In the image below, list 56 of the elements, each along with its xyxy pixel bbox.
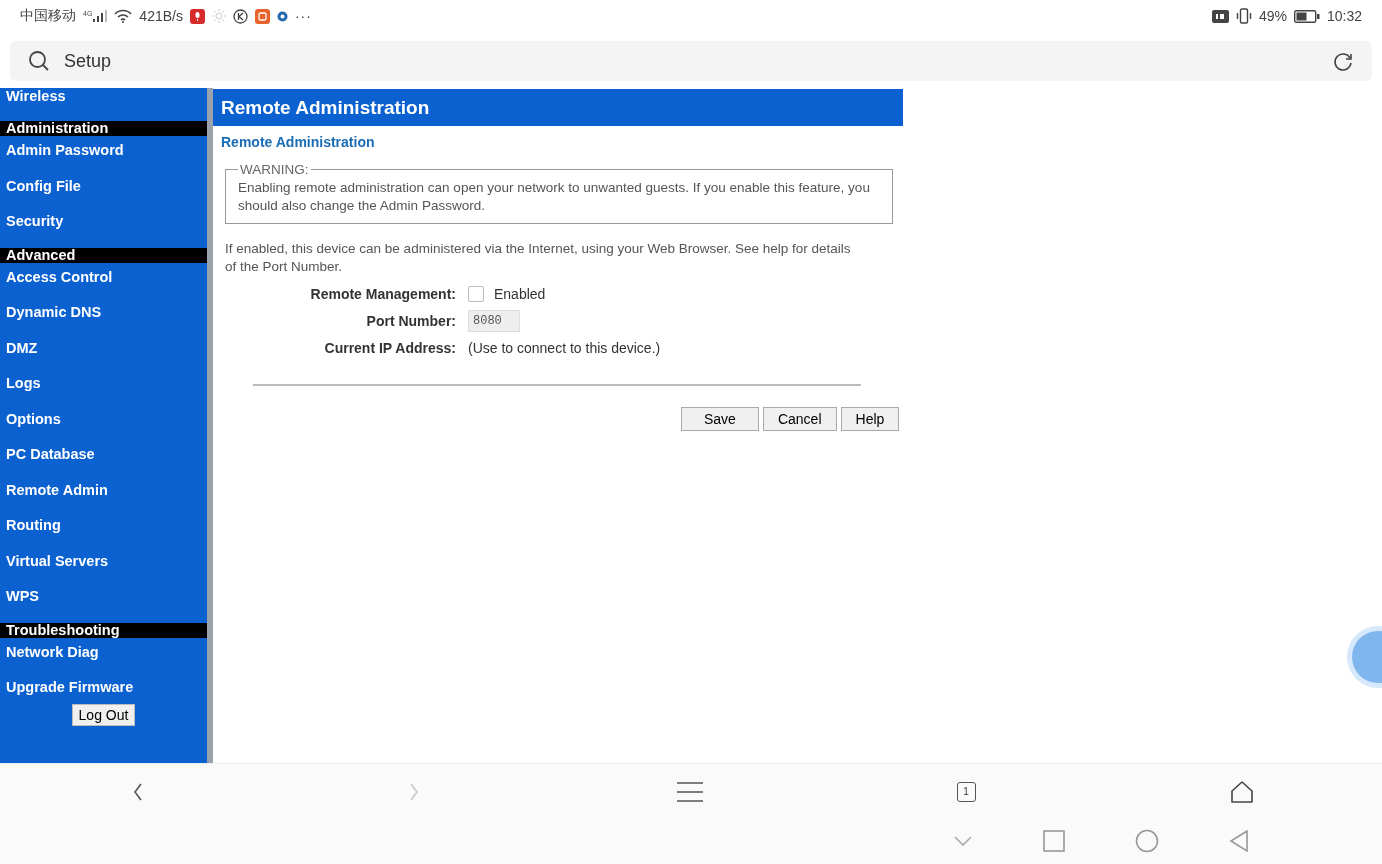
sidebar-link[interactable]: Config File — [0, 176, 207, 212]
sidebar-link[interactable]: Admin Password — [0, 141, 207, 177]
field-label: Port Number: — [365, 313, 456, 329]
clock-time: 10:32 — [1326, 8, 1362, 24]
sidebar-link[interactable]: Logs — [0, 374, 207, 410]
warning-legend: WARNING: — [238, 162, 311, 177]
network-speed: 421B/s — [139, 8, 183, 24]
form-button[interactable]: Cancel — [762, 407, 837, 431]
search-icon — [28, 50, 50, 72]
sidebar-link[interactable]: PC Database — [0, 445, 207, 481]
battery-icon — [1293, 9, 1320, 23]
sun-icon — [211, 9, 226, 23]
address-bar[interactable]: Setup — [10, 41, 1372, 81]
menu-icon[interactable] — [677, 781, 703, 802]
sidebar-link[interactable]: WPS — [0, 587, 207, 623]
wifi-icon — [114, 9, 133, 23]
logout-button[interactable]: Log Out — [71, 703, 136, 726]
sidebar-link[interactable]: Network Diag — [0, 642, 207, 678]
section-heading: Advanced — [0, 247, 207, 263]
sidebar-link[interactable]: Dynamic DNS — [0, 303, 207, 339]
checkbox[interactable] — [468, 286, 484, 302]
carrier-name: 中国移动 — [20, 7, 76, 25]
vibrate-icon — [1235, 8, 1252, 24]
address-text: Setup — [64, 50, 112, 72]
more-notifications: ··· — [294, 8, 312, 24]
field-label: Current IP Address: — [323, 340, 456, 356]
circled-k-icon — [232, 8, 248, 24]
sidebar-link[interactable]: Virtual Servers — [0, 551, 207, 587]
sidebar-link[interactable]: Options — [0, 409, 207, 445]
section-title: Remote Administration — [220, 133, 376, 150]
field-label: Remote Management: — [309, 286, 456, 302]
tab-count-button[interactable]: 1 — [956, 781, 976, 802]
sidebar-link[interactable]: Security — [0, 212, 207, 248]
square-icon[interactable] — [1043, 830, 1065, 852]
sidebar-link[interactable]: Routing — [0, 516, 207, 552]
warning-text: Enabling remote administration can open your network to unwanted guests. If you enable this feature, you should also change the Admin Password. — [238, 179, 871, 215]
section-heading: Administration — [0, 121, 207, 136]
sidebar-link[interactable]: Access Control — [0, 267, 207, 303]
home-icon[interactable] — [1230, 780, 1254, 803]
dot-app-icon — [276, 10, 288, 22]
back-triangle-icon[interactable] — [1229, 830, 1249, 852]
battery-percent: 49% — [1258, 8, 1287, 24]
checkbox-label: Enabled — [494, 286, 546, 302]
form-button[interactable]: Save — [681, 407, 759, 431]
reload-icon[interactable] — [1332, 50, 1354, 72]
home-circle-icon[interactable] — [1135, 829, 1159, 853]
sidebar-link[interactable]: Remote Admin — [0, 480, 207, 516]
page-header: Remote Administration — [213, 89, 903, 126]
square-app-icon — [254, 8, 270, 24]
sidebar-link[interactable]: DMZ — [0, 338, 207, 374]
chevron-down-icon[interactable] — [953, 835, 973, 847]
intro-text: If enabled, this device can be administered via the Internet, using your Web Browser. See help for details of the Port Number. — [225, 240, 852, 276]
field-note: (Use to connect to this device.) — [468, 340, 661, 356]
section-heading: Troubleshooting — [0, 622, 207, 638]
sidebar-link[interactable]: Wireless — [0, 88, 207, 121]
form-button[interactable]: Help — [840, 407, 900, 431]
